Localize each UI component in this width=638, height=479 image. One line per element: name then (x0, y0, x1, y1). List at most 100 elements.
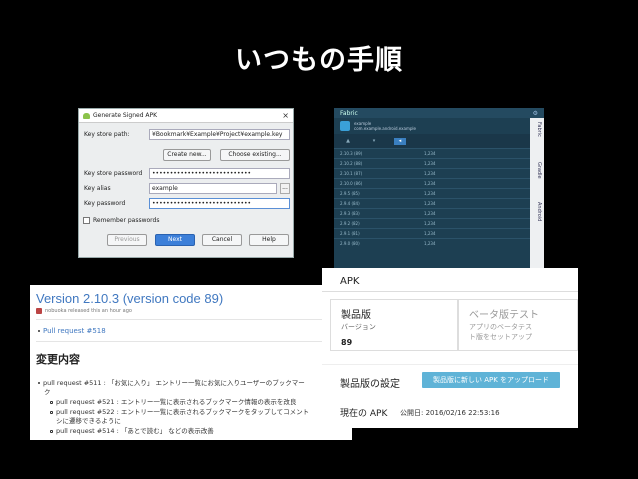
beta-title: ベータ版テスト (469, 310, 539, 321)
production-version-label: バージョン (341, 323, 376, 331)
key-password-label: Key password (84, 200, 126, 207)
fabric-panel: Fabric ⚙ example com.example.android.exa… (334, 108, 544, 270)
current-apk-label: 現在の APK (340, 409, 388, 419)
published-date: 公開日: 2016/02/16 22:53:16 (400, 409, 500, 417)
cancel-button[interactable]: Cancel (202, 234, 242, 246)
close-icon[interactable]: × (282, 111, 289, 120)
side-tab-gradle[interactable]: Gradle (536, 162, 542, 179)
divider (36, 341, 346, 342)
github-release: Version 2.10.3 (version code 89) nobuoka… (30, 285, 352, 440)
key-alias-browse-button[interactable]: ... (280, 183, 290, 194)
table-row[interactable]: 2.10.0 (86)1,234› (334, 178, 544, 188)
fabric-app-id: com.example.android.example (354, 126, 416, 131)
remember-passwords-checkbox[interactable] (83, 217, 90, 224)
bullet (38, 382, 40, 384)
key-alias-input[interactable]: example (149, 183, 277, 194)
app-logo-icon (340, 121, 350, 131)
table-row[interactable]: 2.9.1 (81)1,234› (334, 228, 544, 238)
android-icon (83, 112, 90, 119)
divider (36, 319, 346, 320)
production-settings-label: 製品版の設定 (340, 379, 400, 390)
table-cell: 1,234 (424, 221, 436, 226)
slide-title: いつもの手順 (235, 45, 403, 76)
release-version-title[interactable]: Version 2.10.3 (version code 89) (36, 291, 223, 306)
next-button[interactable]: Next (155, 234, 195, 246)
key-store-path-label: Key store path: (84, 131, 130, 138)
key-password-input[interactable]: •••••••••••••••••••••••••••• (149, 198, 290, 209)
table-cell: 2.9.2 (82) (340, 221, 360, 226)
table-row[interactable]: 2.9.3 (83)1,234› (334, 208, 544, 218)
beta-description: アプリのベータテス ト版をセットアップ (469, 322, 532, 342)
tab-crashes-icon[interactable]: ▲ (342, 138, 354, 145)
list-item: pull request #511 : 「お気に入り」 エントリー一覧にお気に入… (38, 377, 305, 387)
production-version-value: 89 (341, 338, 353, 347)
beta-description-line: アプリのベータテス (469, 323, 532, 331)
pull-request-link[interactable]: Pull request #518 (43, 327, 106, 335)
divider (322, 291, 578, 292)
table-cell: 1,234 (424, 241, 436, 246)
avatar (36, 308, 42, 314)
table-cell: 1,234 (424, 211, 436, 216)
create-new-button[interactable]: Create new... (163, 149, 211, 161)
table-cell: 2.9.3 (83) (340, 211, 360, 216)
table-row[interactable]: 2.10.2 (88)1,234› (334, 158, 544, 168)
table-cell: 1,234 (424, 231, 436, 236)
fabric-toolbar: Fabric ⚙ (334, 108, 544, 118)
table-cell: 2.10.1 (87) (340, 171, 363, 176)
fabric-tabs: ▲ ▾ ◂ (334, 134, 544, 148)
table-row[interactable]: 2.9.4 (84)1,234› (334, 198, 544, 208)
help-button[interactable]: Help (249, 234, 289, 246)
key-store-password-input[interactable]: •••••••••••••••••••••••••••• (149, 168, 290, 179)
list-item-continuation: ク (44, 388, 51, 396)
play-console-panel: APK 製品版 バージョン 89 ベータ版テスト アプリのベータテス ト版をセッ… (322, 268, 578, 428)
divider (322, 364, 578, 365)
apk-header: APK (340, 276, 360, 287)
table-row[interactable]: 2.10.3 (89)1,234› (334, 148, 544, 158)
side-tab-android[interactable]: Android (536, 202, 542, 221)
beta-card[interactable]: ベータ版テスト アプリのベータテス ト版をセットアップ (458, 299, 578, 351)
beta-description-line: ト版をセットアップ (469, 333, 532, 341)
table-row[interactable]: 2.9.5 (85)1,234› (334, 188, 544, 198)
table-cell: 1,234 (424, 191, 436, 196)
changes-heading: 変更内容 (36, 353, 80, 366)
fabric-release-list: 2.10.3 (89)1,234›2.10.2 (88)1,234›2.10.1… (334, 148, 544, 248)
key-store-path-input[interactable]: ¥Bookmark¥Example¥Project¥example.key (149, 129, 290, 140)
tab-beta-icon[interactable]: ▾ (368, 138, 380, 145)
table-cell: 2.9.1 (81) (340, 231, 360, 236)
list-item-continuation: シに遷移できるように (56, 417, 121, 425)
bullet (50, 429, 53, 433)
change-item: pull request #521 : エントリー一覧に表示されるブックマーク情… (56, 398, 297, 406)
fabric-app-header[interactable]: example com.example.android.example (334, 118, 544, 134)
list-item: Pull request #518 (38, 327, 106, 335)
bullet (50, 410, 53, 414)
bullet (50, 400, 53, 404)
choose-existing-button[interactable]: Choose existing... (220, 149, 290, 161)
table-row[interactable]: 2.10.1 (87)1,234› (334, 168, 544, 178)
settings-icon[interactable]: ⚙ (533, 110, 538, 117)
generate-signed-apk-dialog: Generate Signed APK × Key store path: ¥B… (78, 108, 294, 258)
bullet (38, 330, 40, 332)
previous-button[interactable]: Previous (107, 234, 147, 246)
dialog-title: Generate Signed APK (93, 112, 158, 119)
table-cell: 2.9.0 (80) (340, 241, 360, 246)
table-cell: 1,234 (424, 201, 436, 206)
list-item: pull request #514 : 「あとで読む」 などの表示改善 (50, 425, 214, 435)
upload-new-apk-button[interactable]: 製品版に新しい APK をアップロード (422, 372, 560, 388)
table-row[interactable]: 2.9.2 (82)1,234› (334, 218, 544, 228)
release-meta-text: nobuoka released this an hour ago (45, 308, 132, 314)
table-cell: 1,234 (424, 151, 436, 156)
production-title: 製品版 (341, 310, 371, 321)
key-store-password-label: Key store password (84, 170, 143, 177)
production-card[interactable]: 製品版 バージョン 89 (330, 299, 458, 351)
fabric-title: Fabric (340, 109, 358, 117)
change-item: pull request #511 : 「お気に入り」 エントリー一覧にお気に入… (43, 379, 305, 387)
remember-passwords-label: Remember passwords (93, 217, 160, 224)
side-tab-fabric[interactable]: Fabric (536, 122, 542, 137)
key-alias-label: Key alias (84, 185, 111, 192)
tab-distribution-icon[interactable]: ◂ (394, 137, 406, 145)
table-row[interactable]: 2.9.0 (80)1,234› (334, 238, 544, 248)
change-item: pull request #514 : 「あとで読む」 などの表示改善 (56, 427, 214, 435)
list-item: pull request #521 : エントリー一覧に表示されるブックマーク情… (50, 396, 296, 406)
ide-side-toolbar: Fabric Gradle Android (530, 118, 544, 270)
release-meta: nobuoka released this an hour ago (36, 308, 132, 314)
